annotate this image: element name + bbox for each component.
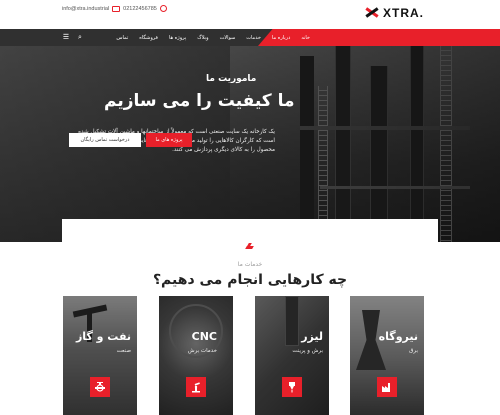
section-mark-icon bbox=[244, 243, 254, 253]
nav-item-projects[interactable]: پروژه ها bbox=[169, 35, 186, 41]
nav-item-home[interactable]: خانه bbox=[301, 35, 310, 41]
card-overlay bbox=[63, 296, 137, 415]
search-icon[interactable]: ⌕ bbox=[76, 33, 84, 41]
email-icon bbox=[112, 5, 121, 12]
service-card-oil-gas[interactable]: نفت و گاز صنعت bbox=[63, 296, 137, 415]
main-menu: خانه درباره ما خدمات سوالات وبلاگ پروژه … bbox=[95, 29, 310, 46]
card-title: لیزر bbox=[301, 330, 323, 343]
card-overlay bbox=[255, 296, 329, 415]
phone-text[interactable]: 02122456785 bbox=[123, 6, 157, 12]
robot-arm-icon bbox=[186, 377, 206, 397]
factory-icon bbox=[377, 377, 397, 397]
hero-subtitle: ماموریت ما bbox=[206, 74, 257, 84]
card-overlay bbox=[159, 296, 233, 415]
logo-mark-icon bbox=[365, 8, 379, 18]
logo-text: XTRA. bbox=[383, 6, 424, 20]
card-overlay bbox=[350, 296, 424, 415]
nav-item-contact[interactable]: تماس bbox=[116, 35, 128, 41]
nav-item-services[interactable]: خدمات bbox=[246, 35, 261, 41]
our-projects-button[interactable]: پروژه های ما bbox=[146, 133, 192, 147]
laser-icon bbox=[282, 377, 302, 397]
card-title: نیروگاه bbox=[378, 330, 418, 343]
service-card-power-plant[interactable]: نیروگاه برق bbox=[350, 296, 424, 415]
hero-bottom-panel bbox=[62, 219, 438, 242]
nav-icons: ☰ ⌕ bbox=[62, 33, 84, 41]
service-card-cnc[interactable]: CNC خدمات برش bbox=[159, 296, 233, 415]
nav-item-blog[interactable]: وبلاگ bbox=[197, 35, 208, 41]
section-label: خدمات ما bbox=[237, 261, 263, 268]
card-subtitle: برق bbox=[409, 348, 418, 354]
email-text[interactable]: info@xtra.industrial bbox=[62, 6, 109, 12]
section-title: چه کارهایی انجام می دهیم؟ bbox=[152, 272, 348, 288]
card-title: CNC bbox=[191, 330, 217, 343]
service-card-laser[interactable]: لیزر برش و پرینت bbox=[255, 296, 329, 415]
card-title: نفت و گاز bbox=[75, 330, 131, 343]
contact-info: info@xtra.industrial 02122456785 bbox=[62, 5, 170, 12]
card-subtitle: صنعت bbox=[116, 348, 131, 354]
valve-icon bbox=[90, 377, 110, 397]
site-logo[interactable]: XTRA. bbox=[365, 6, 424, 20]
top-bar: XTRA. info@xtra.industrial 02122456785 bbox=[0, 0, 500, 22]
card-subtitle: خدمات برش bbox=[187, 348, 217, 354]
hero-title: ما کیفیت را می سازیم bbox=[104, 91, 295, 111]
request-call-button[interactable]: درخواست تماس رایگان bbox=[69, 133, 141, 147]
card-subtitle: برش و پرینت bbox=[292, 348, 323, 354]
nav-item-about[interactable]: درباره ما bbox=[272, 35, 290, 41]
nav-item-faq[interactable]: سوالات bbox=[220, 35, 236, 41]
nav-item-shop[interactable]: فروشگاه bbox=[139, 35, 158, 41]
phone-icon bbox=[159, 5, 167, 12]
menu-icon[interactable]: ☰ bbox=[62, 33, 70, 41]
